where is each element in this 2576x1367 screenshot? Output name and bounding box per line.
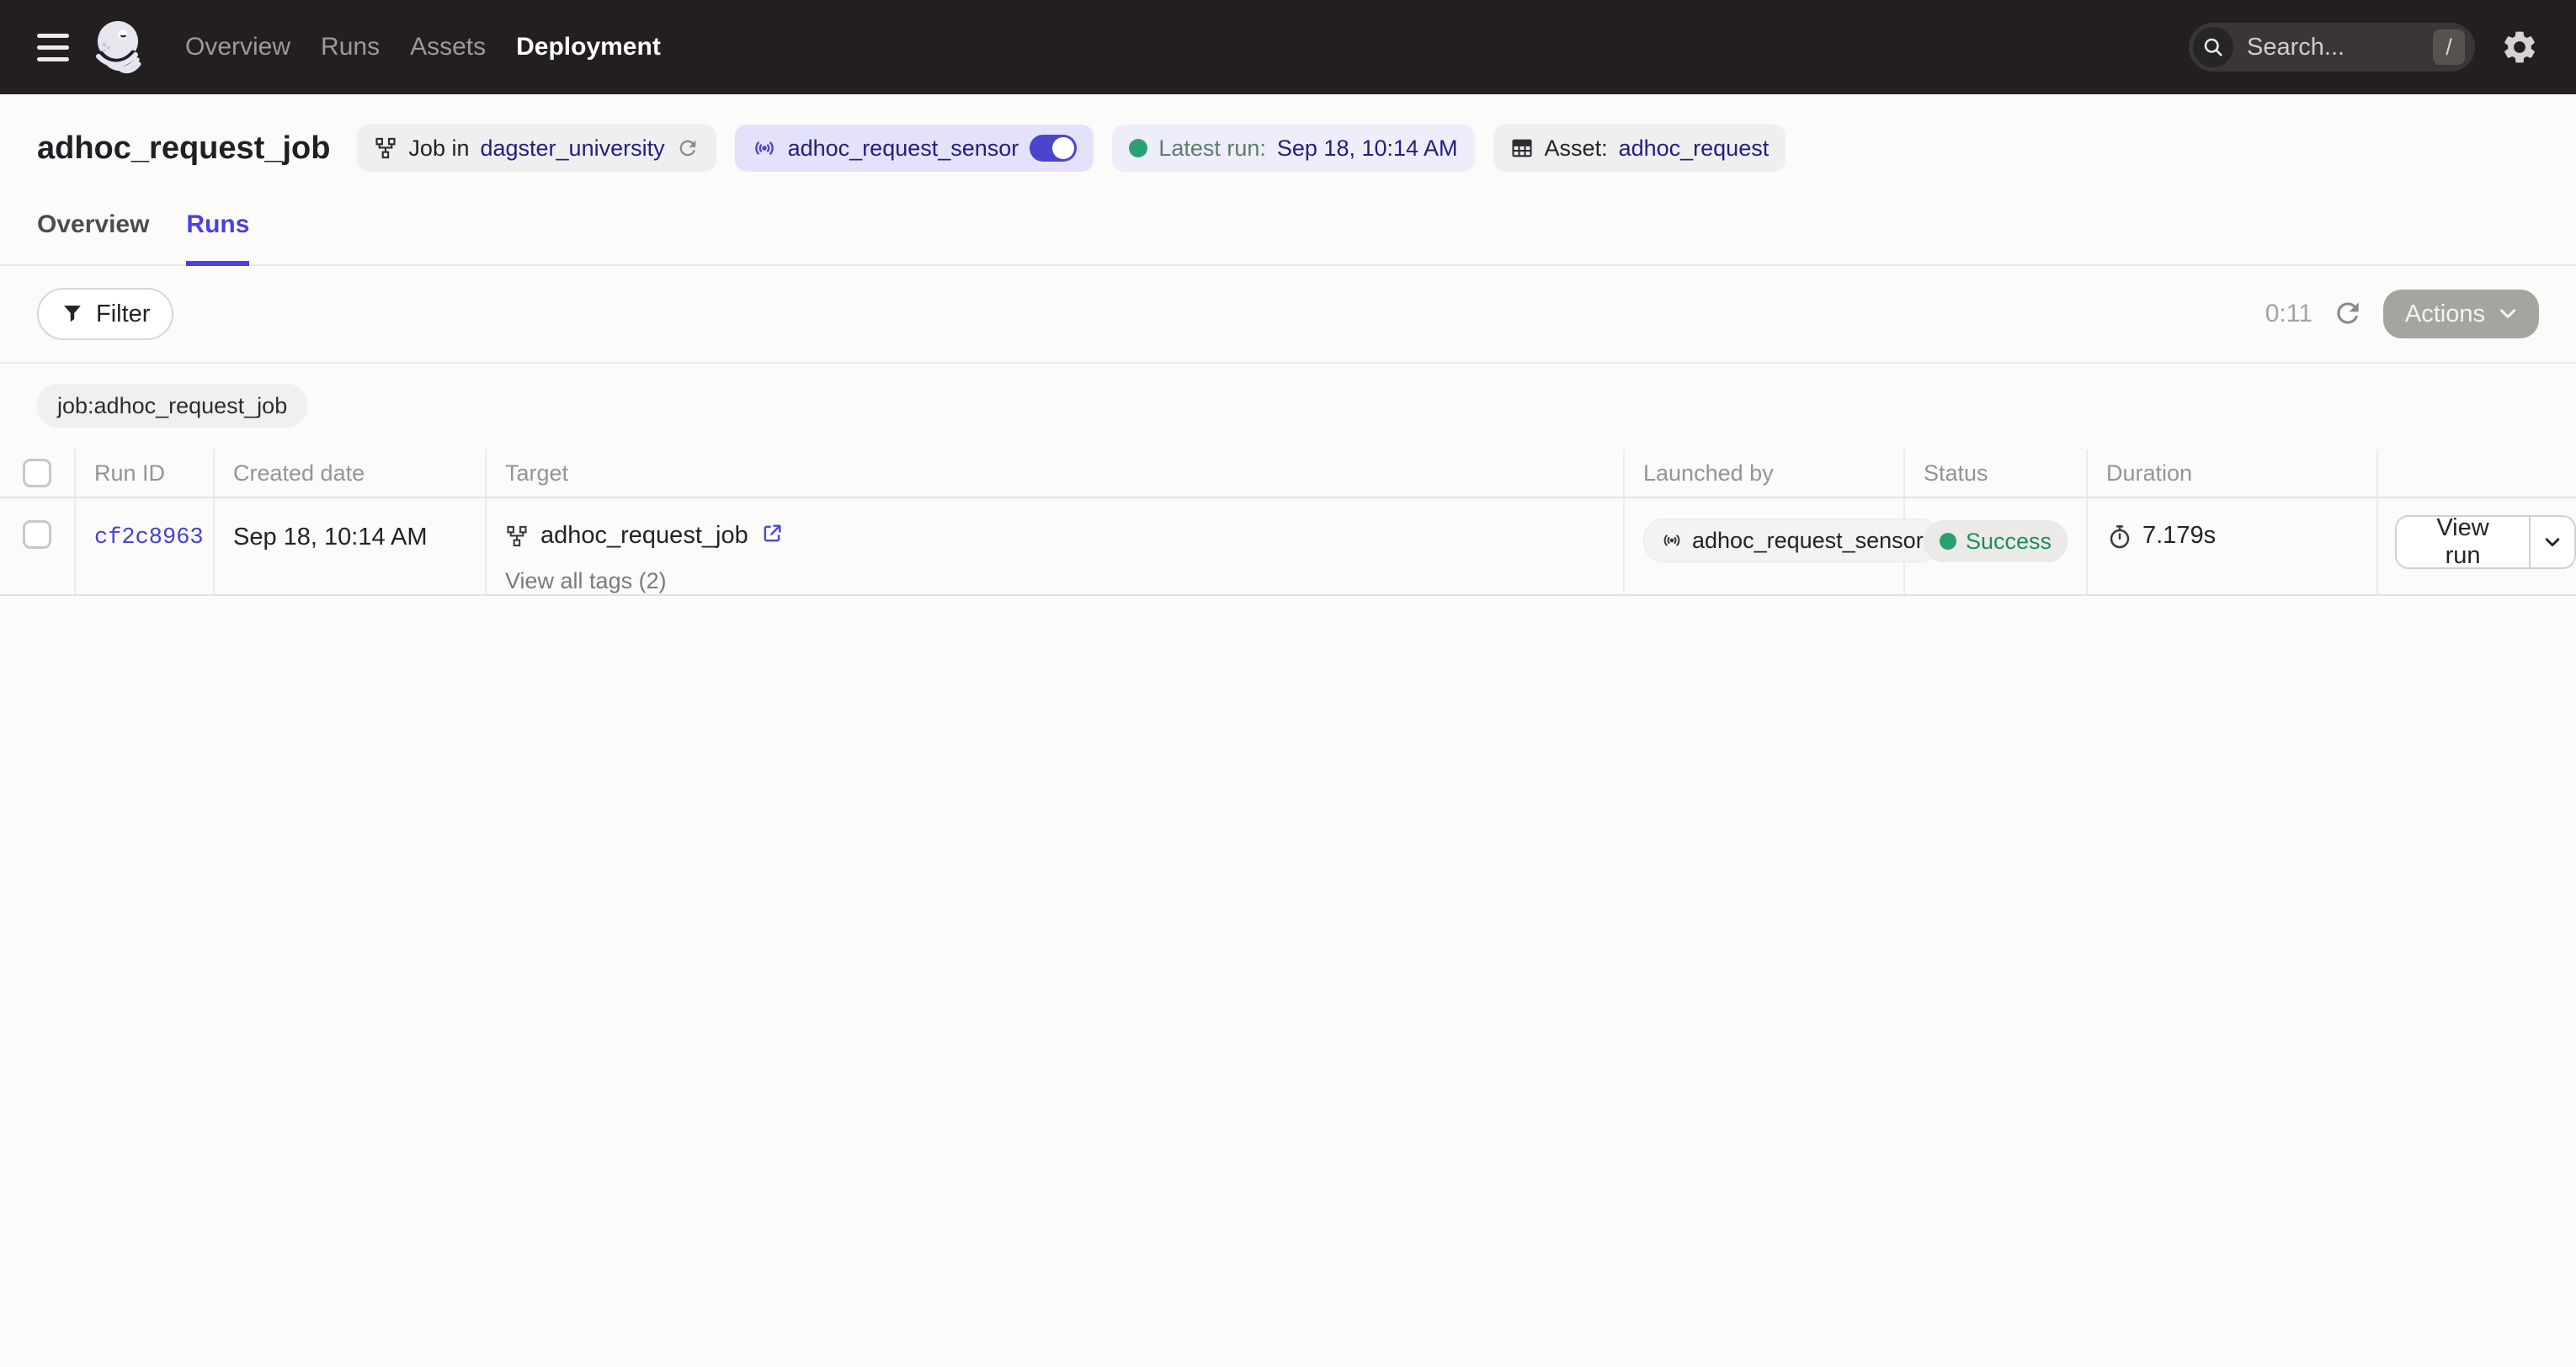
search-bar[interactable]: / — [2189, 23, 2475, 72]
chevron-down-icon — [2544, 537, 2561, 548]
chevron-down-icon — [2499, 308, 2517, 320]
column-header-launched-by: Launched by — [1625, 449, 1905, 497]
target-job-name: adhoc_request_job — [540, 522, 748, 550]
search-input[interactable] — [2245, 33, 2421, 62]
column-header-duration: Duration — [2088, 449, 2378, 497]
open-in-new-icon[interactable] — [760, 522, 784, 550]
nav-item-runs[interactable]: Runs — [321, 33, 380, 61]
created-date-cell: Sep 18, 10:14 AM — [215, 498, 487, 594]
job-location-tag: Job in dagster_university — [357, 125, 716, 172]
funnel-icon — [61, 302, 84, 326]
reload-location-icon[interactable] — [676, 136, 700, 160]
run-id-link[interactable]: cf2c8963 — [94, 525, 204, 551]
page-title: adhoc_request_job — [37, 130, 330, 167]
runs-table: Run ID Created date Target Launched by S… — [0, 449, 2576, 596]
nav-item-assets[interactable]: Assets — [410, 33, 486, 61]
page-tabs: Overview Runs — [0, 172, 2576, 266]
runs-toolbar: Filter 0:11 Actions — [0, 266, 2576, 364]
launched-by-pill[interactable]: adhoc_request_sensor — [1643, 519, 1941, 562]
filter-chip-job[interactable]: job:adhoc_request_job — [37, 384, 307, 428]
sensor-link[interactable]: adhoc_request_sensor — [788, 136, 1019, 162]
sensor-icon — [752, 136, 777, 161]
tab-runs[interactable]: Runs — [186, 210, 249, 266]
nav-item-deployment[interactable]: Deployment — [516, 33, 661, 61]
latest-run-label: Latest run: — [1158, 136, 1266, 162]
job-tag-prefix: Job in — [408, 136, 469, 162]
primary-nav: Overview Runs Assets Deployment — [185, 33, 661, 61]
view-all-tags-link[interactable]: View all tags (2) — [505, 568, 667, 594]
sensor-toggle[interactable] — [1030, 135, 1077, 162]
row-checkbox[interactable] — [23, 520, 51, 549]
latest-run-link[interactable]: Sep 18, 10:14 AM — [1277, 136, 1458, 162]
page-header: adhoc_request_job Job in dagster_univers… — [0, 94, 2576, 172]
toolbar-right-group: 0:11 Actions — [2265, 290, 2539, 338]
column-header-run-id: Run ID — [76, 449, 215, 497]
sensor-tag: adhoc_request_sensor — [735, 125, 1094, 172]
duration-text: 7.179s — [2142, 522, 2216, 550]
tab-overview[interactable]: Overview — [37, 210, 149, 264]
slash-key-badge: / — [2433, 29, 2465, 65]
table-row: cf2c8963 Sep 18, 10:14 AM adhoc_request_… — [0, 498, 2576, 596]
target-cell: adhoc_request_job View all tags (2) — [487, 498, 1625, 594]
code-location-link[interactable]: dagster_university — [480, 136, 664, 162]
top-navbar: Overview Runs Assets Deployment / — [0, 0, 2576, 94]
column-header-actions — [2378, 449, 2576, 497]
launched-by-name: adhoc_request_sensor — [1692, 528, 1924, 554]
sensor-icon — [1661, 529, 1683, 551]
success-dot-icon — [1940, 533, 1956, 550]
nav-item-overview[interactable]: Overview — [185, 33, 290, 61]
status-text: Success — [1966, 529, 2052, 555]
asset-tag-label: Asset: — [1545, 136, 1608, 162]
latest-run-tag: Latest run: Sep 18, 10:14 AM — [1112, 125, 1474, 172]
gear-icon[interactable] — [2500, 28, 2539, 66]
active-filters: job:adhoc_request_job — [0, 364, 2576, 449]
view-run-caret-button[interactable] — [2531, 517, 2574, 567]
refresh-icon[interactable] — [2331, 297, 2365, 331]
job-icon — [505, 524, 529, 548]
column-header-created-date: Created date — [215, 449, 487, 497]
status-badge: Success — [1924, 520, 2068, 562]
actions-button[interactable]: Actions — [2383, 290, 2539, 338]
column-header-status: Status — [1905, 449, 2088, 497]
view-run-split-button: View run — [2395, 515, 2576, 569]
run-status-dot — [1129, 139, 1147, 157]
column-header-target: Target — [487, 449, 1625, 497]
asset-link[interactable]: adhoc_request — [1619, 136, 1770, 162]
filter-button-label: Filter — [96, 301, 150, 328]
view-run-button[interactable]: View run — [2397, 517, 2529, 567]
actions-button-label: Actions — [2405, 301, 2485, 328]
menu-icon[interactable] — [37, 34, 69, 61]
filter-button[interactable]: Filter — [37, 288, 173, 340]
table-header-row: Run ID Created date Target Launched by S… — [0, 449, 2576, 498]
asset-icon — [1510, 136, 1534, 160]
dagster-logo-icon[interactable] — [91, 19, 146, 75]
refresh-countdown: 0:11 — [2265, 300, 2313, 328]
select-all-checkbox[interactable] — [23, 459, 51, 487]
search-icon — [2193, 27, 2233, 67]
duration-cell: 7.179s — [2088, 498, 2378, 594]
stopwatch-icon — [2106, 524, 2133, 551]
job-icon — [374, 136, 397, 160]
asset-tag: Asset: adhoc_request — [1493, 125, 1786, 172]
